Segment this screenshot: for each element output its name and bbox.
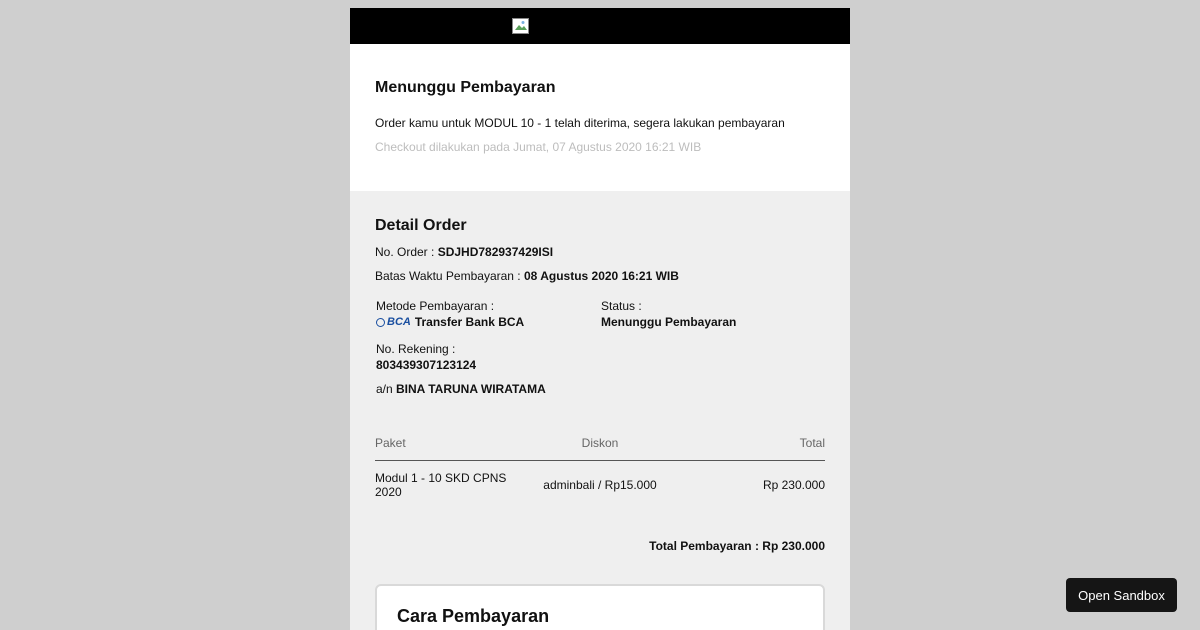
account-number-label: No. Rekening : — [376, 342, 456, 356]
order-detail-section: Detail Order No. Order : SDJHD782937429I… — [350, 191, 850, 630]
status-section: Menunggu Pembayaran Order kamu untuk MOD… — [350, 44, 850, 191]
open-sandbox-button[interactable]: Open Sandbox — [1066, 578, 1177, 612]
detail-title: Detail Order — [375, 217, 467, 234]
payment-deadline: Batas Waktu Pembayaran : 08 Agustus 2020… — [375, 269, 825, 283]
column-header-total: Total — [799, 436, 825, 450]
total-payment: Total Pembayaran : Rp 230.000 — [649, 539, 825, 553]
bca-logo-text: BCA — [387, 316, 411, 328]
row-diskon: adminbali / Rp15.000 — [543, 478, 657, 492]
row-total: Rp 230.000 — [762, 478, 825, 492]
payment-instructions-card: Cara Pembayaran — [375, 584, 825, 630]
column-header-diskon: Diskon — [581, 436, 619, 450]
account-holder: a/n BINA TARUNA WIRATAMA — [375, 382, 825, 396]
status-label: Status : — [601, 299, 642, 313]
order-table: Paket Diskon Total Modul 1 - 10 SKD CPNS… — [375, 436, 825, 499]
order-status: Status : Menunggu Pembayaran — [600, 299, 825, 329]
table-header: Paket Diskon Total — [375, 436, 825, 461]
payment-deadline-label: Batas Waktu Pembayaran : — [375, 269, 524, 283]
account-holder-prefix: a/n — [376, 382, 397, 396]
status-value: Menunggu Pembayaran — [601, 315, 737, 329]
broken-image-icon — [512, 18, 529, 34]
table-row: Modul 1 - 10 SKD CPNS 2020 adminbali / R… — [375, 461, 825, 499]
account-holder-value: BINA TARUNA WIRATAMA — [396, 382, 546, 396]
page-title: Menunggu Pembayaran — [375, 79, 556, 96]
email-header — [350, 8, 850, 44]
column-header-paket: Paket — [375, 436, 406, 450]
order-number: No. Order : SDJHD782937429ISI — [375, 245, 825, 259]
order-number-value: SDJHD782937429ISI — [437, 245, 554, 259]
checkout-timestamp: Checkout dilakukan pada Jumat, 07 Agustu… — [375, 140, 702, 154]
row-paket: Modul 1 - 10 SKD CPNS 2020 — [375, 471, 507, 499]
payment-method: Metode Pembayaran : BCA Transfer Bank BC… — [375, 299, 600, 329]
email-container: Menunggu Pembayaran Order kamu untuk MOD… — [350, 8, 850, 630]
payment-deadline-value: 08 Agustus 2020 16:21 WIB — [523, 269, 679, 283]
account-number-value: 803439307123124 — [376, 358, 477, 372]
order-description: Order kamu untuk MODUL 10 - 1 telah dite… — [375, 116, 785, 130]
payment-instructions-title: Cara Pembayaran — [397, 606, 550, 626]
bca-logo-icon: BCA — [376, 316, 411, 328]
payment-method-label: Metode Pembayaran : — [376, 299, 495, 313]
account-number: No. Rekening : 803439307123124 — [375, 342, 825, 372]
order-number-label: No. Order : — [375, 245, 438, 259]
payment-method-value: Transfer Bank BCA — [414, 315, 525, 329]
payment-info-grid: Metode Pembayaran : BCA Transfer Bank BC… — [375, 299, 825, 329]
payment-method-value-row: BCA Transfer Bank BCA — [376, 315, 600, 329]
